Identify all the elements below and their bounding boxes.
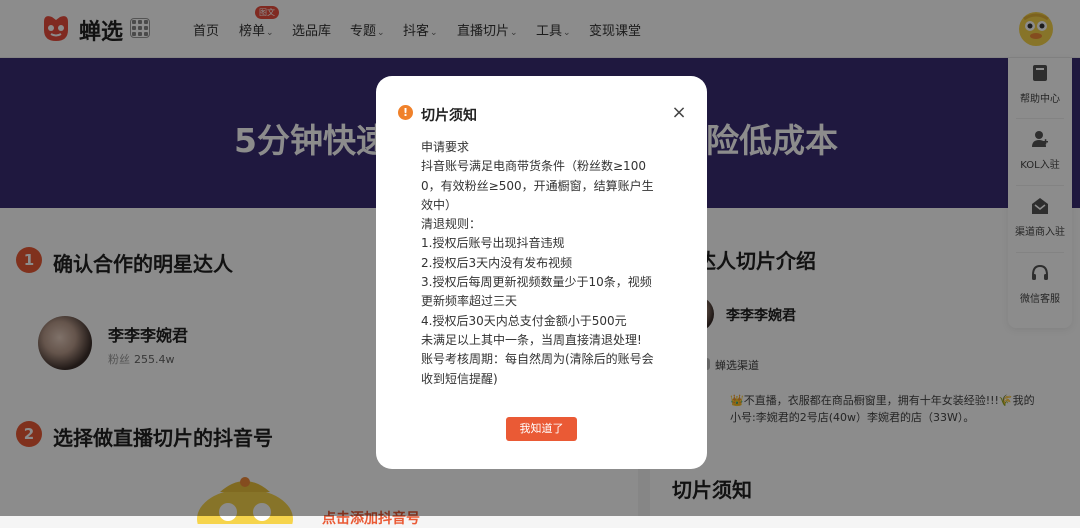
modal-body: 申请要求 抖音账号满足电商带货条件（粉丝数≥100 0，有效粉丝≥500，开通橱… (421, 138, 666, 389)
modal-text-line: 2.授权后3天内没有发布视频 (421, 255, 573, 270)
modal-text-line: 收到短信提醒) (421, 371, 498, 386)
modal-text-line: 效中） (421, 197, 458, 212)
modal-title: 切片须知 (421, 108, 477, 124)
modal-text-line: 清退规则： (421, 217, 482, 232)
modal-text-line: 0，有效粉丝≥500，开通橱窗，结算账户生 (421, 178, 654, 193)
modal-text-line: 账号考核周期：每自然周为(清除后的账号会 (421, 352, 654, 367)
close-icon[interactable]: × (671, 104, 687, 122)
modal-text-line: 抖音账号满足电商带货条件（粉丝数≥100 (421, 159, 646, 174)
modal-text-line: 4.授权后30天内总支付金额小于500元 (421, 313, 627, 328)
modal-text-line: 申请要求 (421, 140, 470, 154)
warning-icon: ! (398, 105, 413, 120)
modal-text-line: 3.授权后每周更新视频数量少于10条，视频 (421, 275, 652, 290)
modal-text-line: 更新频率超过三天 (421, 294, 518, 309)
acknowledge-button[interactable]: 我知道了 (506, 417, 577, 441)
clip-notice-modal: ! 切片须知 × 申请要求 抖音账号满足电商带货条件（粉丝数≥100 0，有效粉… (376, 76, 707, 469)
modal-text-line: 未满足以上其中一条，当周直接清退处理! (421, 332, 642, 347)
modal-text-line: 1.授权后账号出现抖音违规 (421, 236, 565, 251)
